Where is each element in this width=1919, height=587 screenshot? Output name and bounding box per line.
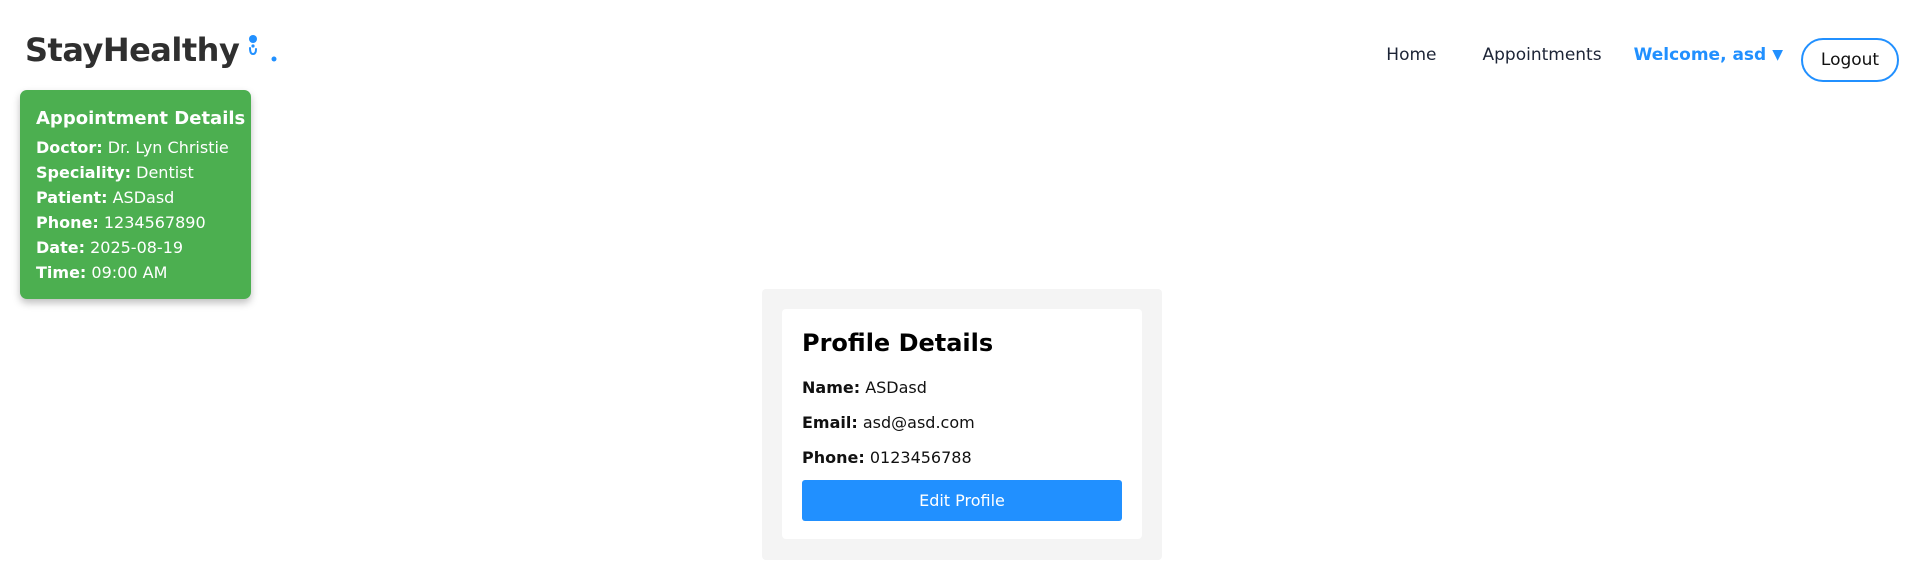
navbar: StayHealthy Home Appointments Welcome, a…	[0, 0, 1919, 90]
logo-text: StayHealthy	[25, 31, 240, 69]
nav-appointments-link[interactable]: Appointments	[1482, 38, 1601, 72]
profile-phone-value: 0123456788	[869, 448, 972, 467]
profile-container: Profile Details Name: ASDasd Email: asd@…	[762, 289, 1162, 560]
appointment-phone-label: Phone:	[36, 213, 99, 232]
profile-title: Profile Details	[802, 329, 994, 357]
profile-card: Profile Details Name: ASDasd Email: asd@…	[782, 309, 1142, 539]
logout-button[interactable]: Logout	[1801, 38, 1899, 82]
edit-profile-button[interactable]: Edit Profile	[802, 480, 1122, 521]
logo[interactable]: StayHealthy	[25, 30, 281, 70]
welcome-dropdown[interactable]: Welcome, asd ▼	[1634, 45, 1783, 65]
caret-down-icon: ▼	[1772, 47, 1783, 63]
welcome-label: Welcome, asd	[1633, 45, 1767, 65]
nav-home-link[interactable]: Home	[1386, 38, 1436, 72]
profile-name-label: Name:	[802, 378, 861, 397]
date-label: Date:	[36, 238, 85, 257]
time-value: 09:00 AM	[91, 263, 168, 282]
appointment-speciality-row: Speciality: Dentist	[36, 160, 251, 185]
profile-name-value: ASDasd	[865, 378, 927, 397]
profile-phone-row: Phone: 0123456788	[802, 447, 1122, 469]
patient-value: ASDasd	[112, 188, 175, 207]
profile-email-value: asd@asd.com	[862, 413, 975, 432]
appointment-doctor-row: Doctor: Dr. Lyn Christie	[36, 135, 251, 160]
appointment-phone-value: 1234567890	[103, 213, 206, 232]
date-value: 2025-08-19	[90, 238, 184, 257]
nav-links: Home Appointments Welcome, asd ▼ Logout	[1386, 33, 1899, 82]
profile-email-row: Email: asd@asd.com	[802, 412, 1122, 434]
doctor-label: Doctor:	[36, 138, 103, 157]
speciality-value: Dentist	[136, 163, 194, 182]
patient-label: Patient:	[36, 188, 108, 207]
appointment-patient-row: Patient: ASDasd	[36, 185, 251, 210]
profile-email-label: Email:	[802, 413, 858, 432]
profile-phone-label: Phone:	[802, 448, 865, 467]
appointment-date-row: Date: 2025-08-19	[36, 235, 251, 260]
time-label: Time:	[36, 263, 87, 282]
appointment-card: Appointment Details Doctor: Dr. Lyn Chri…	[20, 90, 251, 299]
doctor-value: Dr. Lyn Christie	[107, 138, 229, 157]
appointment-title: Appointment Details	[36, 108, 246, 129]
appointment-phone-row: Phone: 1234567890	[36, 210, 251, 235]
person-dot-icon	[243, 32, 281, 66]
appointment-time-row: Time: 09:00 AM	[36, 260, 251, 285]
speciality-label: Speciality:	[36, 163, 132, 182]
profile-name-row: Name: ASDasd	[802, 377, 1122, 399]
